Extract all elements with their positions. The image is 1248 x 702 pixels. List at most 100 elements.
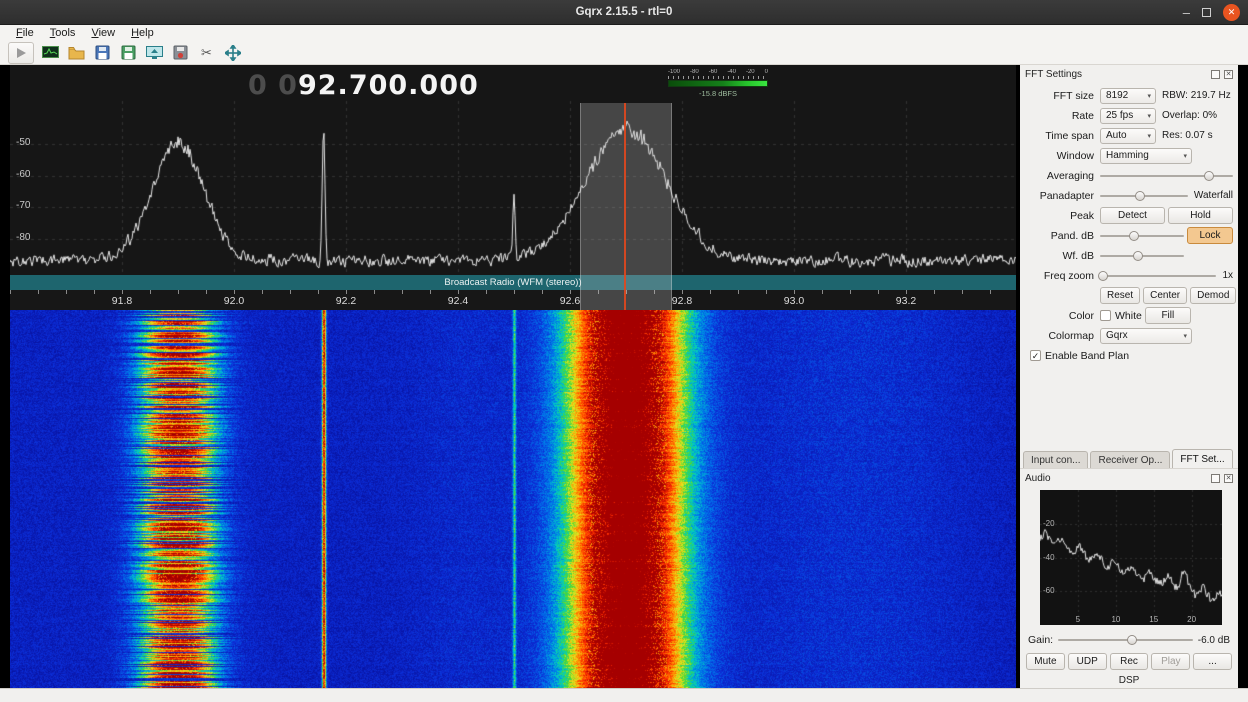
minimize-icon[interactable]: – [1183, 8, 1190, 18]
save-file-icon[interactable] [93, 43, 112, 62]
freq-zoom-row: Freq zoom 1x [1022, 266, 1233, 285]
audio-y-label: -60 [1043, 586, 1055, 595]
db-axis-label: -50 [16, 137, 30, 148]
close-dock-icon[interactable]: ✕ [1224, 474, 1233, 483]
record-iq-icon[interactable] [171, 43, 190, 62]
tab-fft-settings[interactable]: FFT Set... [1172, 449, 1232, 468]
frequency-leading-zeros: 0 0 [248, 70, 298, 101]
meter-level-bar [668, 80, 768, 87]
audio-buttons: Mute UDP Rec Play ... [1026, 653, 1232, 670]
slider-thumb[interactable] [1129, 231, 1139, 241]
meter-ruler [668, 76, 768, 79]
peak-hold-button[interactable]: Hold [1168, 207, 1233, 224]
chevron-down-icon: ▾ [1147, 132, 1151, 140]
enable-band-plan-checkbox[interactable]: ✓ Enable Band Plan [1030, 350, 1129, 362]
split-slider[interactable] [1100, 189, 1188, 203]
float-dock-icon[interactable] [1211, 474, 1220, 483]
pand-db-slider[interactable] [1100, 229, 1184, 243]
screenshot-icon[interactable] [145, 43, 164, 62]
float-dock-icon[interactable] [1211, 70, 1220, 79]
menu-view[interactable]: View [83, 27, 123, 39]
freq-tick-label: 93.2 [896, 295, 916, 307]
slider-thumb[interactable] [1204, 171, 1214, 181]
more-button[interactable]: ... [1193, 653, 1232, 670]
meter-tick: -60 [709, 69, 718, 76]
menu-file[interactable]: File [8, 27, 42, 39]
freq-zoom-slider[interactable] [1100, 269, 1216, 283]
colormap-row: Colormap Gqrx ▾ [1022, 326, 1233, 345]
audio-fft-canvas [1040, 490, 1222, 625]
time-span-row: Time span Auto ▾ Res: 0.07 s [1022, 126, 1233, 145]
frequency-display[interactable]: 0 092.700.000 [248, 70, 479, 101]
white-checkbox-label: White [1115, 310, 1142, 322]
averaging-row: Averaging [1022, 166, 1233, 185]
menubar: File Tools View Help [0, 25, 1248, 41]
frequency-scale[interactable]: 91.8 92.0 92.2 92.4 92.6 92.8 93.0 93.2 [10, 290, 1016, 310]
menu-tools[interactable]: Tools [42, 27, 84, 39]
wf-db-slider[interactable] [1100, 249, 1184, 263]
white-checkbox[interactable]: White [1100, 310, 1142, 322]
freq-tick-label: 92.2 [336, 295, 356, 307]
checkbox-box[interactable]: ✓ [1030, 350, 1041, 361]
mute-button[interactable]: Mute [1026, 653, 1065, 670]
enable-band-plan-label: Enable Band Plan [1045, 350, 1129, 362]
open-folder-icon[interactable] [67, 43, 86, 62]
start-dsp-icon[interactable] [8, 42, 34, 64]
checkbox-box[interactable] [1100, 310, 1111, 321]
rate-value: 25 fps [1106, 110, 1144, 121]
fft-settings-form: FFT size 8192 ▾ RBW: 219.7 Hz Rate 25 fp… [1020, 82, 1238, 366]
averaging-slider[interactable] [1100, 169, 1233, 183]
udp-button[interactable]: UDP [1068, 653, 1107, 670]
pan-crosshair-icon[interactable] [223, 43, 242, 62]
averaging-label: Averaging [1022, 170, 1100, 182]
menu-help[interactable]: Help [123, 27, 162, 39]
fft-size-select[interactable]: 8192 ▾ [1100, 88, 1156, 104]
close-dock-icon[interactable]: ✕ [1224, 70, 1233, 79]
freq-tick-label: 93.0 [784, 295, 804, 307]
colormap-label: Colormap [1022, 330, 1100, 342]
meter-tick: -20 [746, 69, 755, 76]
freq-tick-label: 92.6 [560, 295, 580, 307]
dbfs-meter-ticks: -100 -80 -60 -40 -20 0 [668, 69, 768, 76]
center-button[interactable]: Center [1143, 287, 1187, 304]
gain-slider[interactable] [1058, 633, 1193, 647]
freq-tick-label: 91.8 [112, 295, 132, 307]
reset-button[interactable]: Reset [1100, 287, 1140, 304]
panadapter-canvas[interactable] [10, 65, 1016, 275]
tab-receiver-options[interactable]: Receiver Op... [1090, 451, 1170, 468]
slider-thumb[interactable] [1127, 635, 1137, 645]
reset-center-demod-row: Reset Center Demod [1022, 286, 1233, 305]
frequency-digits[interactable]: 92.700.000 [298, 70, 479, 101]
demod-button[interactable]: Demod [1190, 287, 1236, 304]
peak-detect-button[interactable]: Detect [1100, 207, 1165, 224]
tab-input-controls[interactable]: Input con... [1023, 451, 1088, 468]
audio-x-label: 10 [1111, 615, 1120, 624]
window-row: Window Hamming ▾ [1022, 146, 1233, 165]
rec-button[interactable]: Rec [1110, 653, 1149, 670]
colormap-select[interactable]: Gqrx ▾ [1100, 328, 1192, 344]
pand-db-label: Pand. dB [1022, 230, 1100, 242]
db-axis-label: -80 [16, 232, 30, 243]
scissors-icon[interactable]: ✂ [197, 43, 216, 62]
slider-thumb[interactable] [1098, 271, 1108, 281]
waterfall-display-icon[interactable] [41, 43, 60, 62]
close-icon[interactable]: ✕ [1223, 4, 1240, 21]
audio-y-label: -40 [1043, 553, 1055, 562]
slider-thumb[interactable] [1135, 191, 1145, 201]
save-iq-icon[interactable] [119, 43, 138, 62]
toolbar: ✂ [0, 41, 1248, 65]
freq-tick-label: 92.0 [224, 295, 244, 307]
time-span-select[interactable]: Auto ▾ [1100, 128, 1156, 144]
rate-select[interactable]: 25 fps ▾ [1100, 108, 1156, 124]
lock-button[interactable]: Lock [1187, 227, 1233, 244]
audio-title-bar: Audio ✕ [1020, 469, 1238, 486]
maximize-icon[interactable] [1202, 8, 1211, 17]
chevron-down-icon: ▾ [1147, 112, 1151, 120]
slider-thumb[interactable] [1133, 251, 1143, 261]
filter-bandwidth-overlay[interactable] [580, 103, 672, 310]
fill-button[interactable]: Fill [1145, 307, 1191, 324]
waterfall-canvas[interactable] [10, 310, 1016, 688]
meter-tick: -40 [727, 69, 736, 76]
dbfs-value: -15.8 dBFS [668, 89, 768, 98]
window-select[interactable]: Hamming ▾ [1100, 148, 1192, 164]
